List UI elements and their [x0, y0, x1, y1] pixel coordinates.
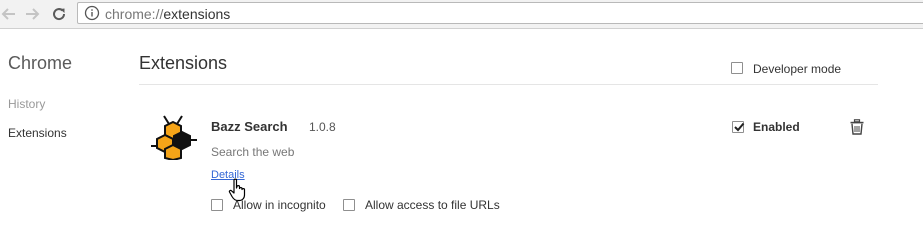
reload-icon: [53, 8, 66, 21]
extension-description: Search the web: [211, 145, 295, 159]
reload-button[interactable]: [49, 4, 69, 24]
info-icon[interactable]: [84, 5, 100, 21]
arrow-right-icon: [26, 8, 40, 20]
enabled-label[interactable]: Enabled: [753, 120, 800, 134]
checkmark-icon: [734, 122, 745, 132]
honeycomb-bee-icon: [151, 115, 197, 160]
address-bar[interactable]: chrome://extensions: [77, 2, 923, 24]
url-scheme: chrome://: [105, 6, 164, 22]
url-text[interactable]: chrome://extensions: [105, 6, 230, 22]
browser-toolbar: chrome://extensions: [0, 0, 923, 29]
header-divider: [139, 84, 878, 85]
allow-incognito-label[interactable]: Allow in incognito: [233, 198, 326, 212]
extension-name: Bazz Search: [211, 119, 288, 134]
extension-version: 1.0.8: [309, 120, 336, 134]
allow-incognito-checkbox[interactable]: [211, 199, 223, 211]
enabled-checkbox[interactable]: [732, 121, 745, 133]
sidebar-brand: Chrome: [8, 53, 73, 73]
developer-mode-checkbox[interactable]: [731, 62, 743, 74]
developer-mode-label[interactable]: Developer mode: [753, 62, 841, 76]
allow-file-urls-label[interactable]: Allow access to file URLs: [365, 198, 500, 212]
sidebar-item-history[interactable]: History: [8, 97, 45, 111]
arrow-left-icon: [1, 8, 15, 20]
trash-icon[interactable]: [850, 119, 864, 135]
forward-button[interactable]: [22, 4, 42, 24]
page-title: Extensions: [139, 53, 228, 73]
back-button[interactable]: [0, 4, 20, 24]
url-host: extensions: [163, 6, 231, 22]
allow-file-urls-checkbox[interactable]: [343, 199, 355, 211]
sidebar-item-extensions[interactable]: Extensions: [8, 126, 67, 140]
